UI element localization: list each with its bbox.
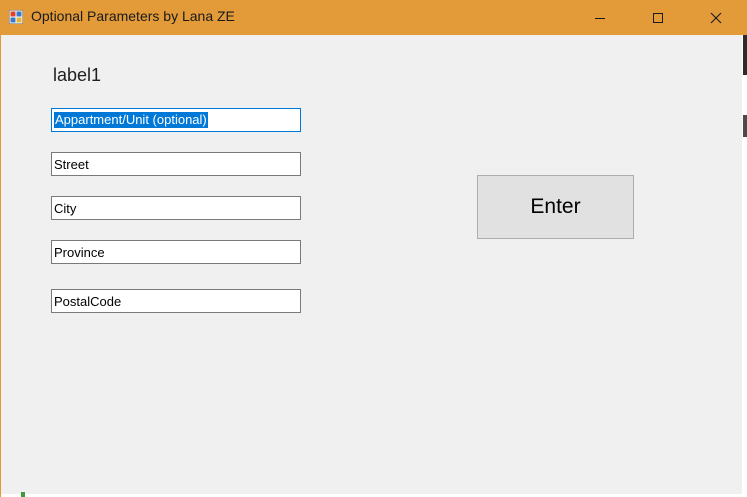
window-title: Optional Parameters by Lana ZE <box>31 8 235 24</box>
background-fragment <box>21 492 25 497</box>
close-button[interactable] <box>687 0 745 35</box>
app-icon <box>9 10 23 24</box>
form-client-area: label1 Appartment/Unit (optional) Enter <box>1 35 742 494</box>
minimize-button[interactable] <box>571 0 629 35</box>
postal-code-input[interactable] <box>51 289 301 313</box>
label1: label1 <box>53 65 102 85</box>
app-window: Optional Parameters by Lana ZE label1 Ap… <box>0 0 747 497</box>
enter-button[interactable]: Enter <box>477 175 634 239</box>
maximize-button[interactable] <box>629 0 687 35</box>
minimize-icon <box>595 17 605 19</box>
maximize-icon <box>653 12 663 23</box>
window-edge <box>742 35 747 497</box>
title-bar[interactable]: Optional Parameters by Lana ZE <box>1 0 747 35</box>
apartment-input-text: Appartment/Unit (optional) <box>54 112 208 128</box>
apartment-input[interactable]: Appartment/Unit (optional) <box>51 108 301 132</box>
province-input[interactable] <box>51 240 301 264</box>
close-icon <box>710 12 722 23</box>
city-input[interactable] <box>51 196 301 220</box>
street-input[interactable] <box>51 152 301 176</box>
